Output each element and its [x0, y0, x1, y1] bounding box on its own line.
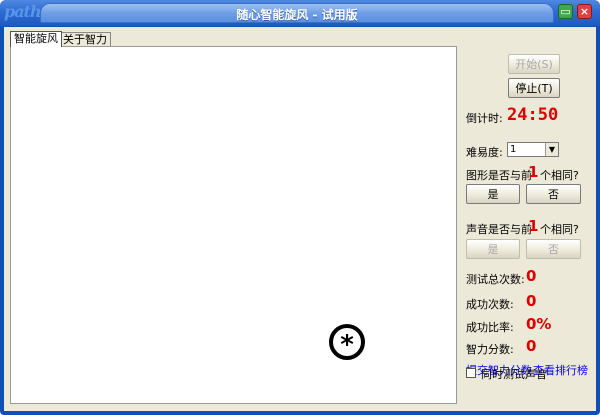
title-bar[interactable]: path 随心智能旋风 - 试用版 ▭ × — [0, 0, 600, 26]
success-count-value: 0 — [526, 292, 537, 310]
app-logo: path — [4, 2, 42, 21]
success-rate-label: 成功比率: — [466, 321, 514, 334]
difficulty-select[interactable]: 1 ▼ — [507, 142, 559, 157]
shape-no-button[interactable]: 否 — [526, 184, 581, 204]
shape-question-prefix: 图形是否与前 — [466, 169, 532, 182]
circled-asterisk-icon: * — [329, 324, 365, 360]
sound-question-prefix: 声音是否与前 — [466, 223, 532, 236]
countdown-label: 倒计时: — [466, 112, 503, 125]
tab-smart-whirlwind[interactable]: 智能旋风 — [10, 31, 62, 47]
title-caption-tab: 随心智能旋风 - 试用版 — [40, 3, 554, 23]
tab-about-iq[interactable]: 关于智力 — [59, 32, 111, 47]
control-panel: 开始(S) 停止(T) 倒计时: 24:50 难易度: 1 ▼ 图形是否与前 1… — [457, 46, 596, 404]
iq-score-label: 智力分数: — [466, 343, 514, 356]
start-button[interactable]: 开始(S) — [508, 54, 560, 74]
client-area: 智能旋风 关于智力 * 开始(S) 停止(T) 倒计时: 24:50 难易度: … — [4, 27, 596, 411]
shape-question-suffix: 个相同? — [540, 169, 579, 182]
success-rate-value: 0% — [526, 315, 552, 333]
iq-score-value: 0 — [526, 337, 537, 355]
sound-test-checkbox[interactable] — [466, 368, 476, 378]
test-stage[interactable]: * — [10, 46, 457, 404]
close-icon[interactable]: × — [577, 4, 592, 19]
sound-question-suffix: 个相同? — [540, 223, 579, 236]
difficulty-value: 1 — [510, 144, 517, 155]
total-tests-value: 0 — [526, 267, 537, 285]
printer-icon[interactable]: ▭ — [558, 4, 573, 19]
difficulty-label: 难易度: — [466, 146, 503, 159]
sound-no-button[interactable]: 否 — [526, 239, 581, 259]
sound-yes-button[interactable]: 是 — [466, 239, 520, 259]
sound-question-n: 1 — [528, 217, 539, 235]
total-tests-label: 测试总次数: — [466, 273, 525, 286]
chevron-down-icon[interactable]: ▼ — [545, 143, 558, 156]
stop-button[interactable]: 停止(T) — [508, 78, 560, 98]
shape-yes-button[interactable]: 是 — [466, 184, 520, 204]
shape-question-n: 1 — [528, 163, 539, 181]
countdown-value: 24:50 — [507, 105, 559, 125]
success-count-label: 成功次数: — [466, 298, 514, 311]
app-window: path 随心智能旋风 - 试用版 ▭ × 智能旋风 关于智力 * 开始(S) … — [0, 0, 600, 415]
sound-test-checkbox-label: 同时测试声音 — [481, 368, 547, 381]
window-title: 随心智能旋风 - 试用版 — [236, 8, 358, 22]
